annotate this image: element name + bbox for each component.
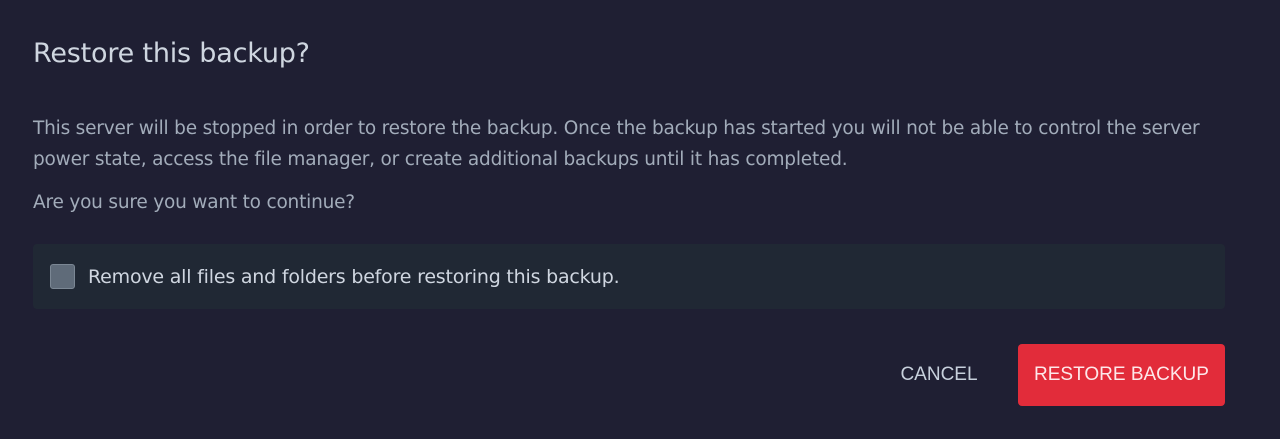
confirm-text: Are you sure you want to continue?: [33, 192, 355, 213]
truncate-label: Remove all files and folders before rest…: [88, 265, 620, 288]
dialog-title: Restore this backup?: [33, 38, 310, 69]
dialog-description: This server will be stopped in order to …: [33, 118, 1200, 170]
cancel-button[interactable]: CANCEL: [880, 344, 998, 406]
truncate-checkbox[interactable]: [50, 264, 75, 289]
restore-backup-button[interactable]: RESTORE BACKUP: [1018, 344, 1225, 406]
truncate-option[interactable]: Remove all files and folders before rest…: [33, 244, 1225, 309]
